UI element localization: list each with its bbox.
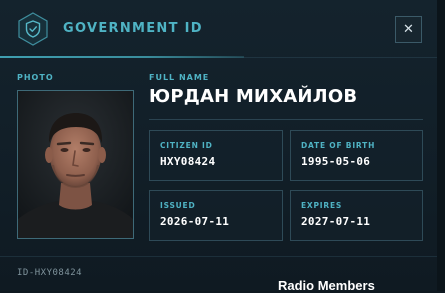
expires-label: EXPIRES — [301, 201, 343, 210]
date-of-birth-field: DATE OF BIRTH 1995-05-06 — [290, 130, 423, 181]
name-divider — [149, 119, 423, 120]
close-icon: ✕ — [403, 22, 414, 37]
card-title: GOVERNMENT ID — [63, 21, 203, 36]
issued-field: ISSUED 2026-07-11 — [149, 190, 283, 241]
card-header: GOVERNMENT ID ✕ — [0, 0, 445, 58]
portrait-photo — [17, 90, 134, 239]
photo-label: PHOTO — [17, 73, 54, 82]
expires-value: 2027-07-11 — [301, 215, 371, 228]
card-right-edge — [437, 0, 445, 291]
footer-divider — [0, 256, 445, 257]
date-of-birth-value: 1995-05-06 — [301, 155, 371, 168]
full-name-label: FULL NAME — [149, 73, 210, 82]
header-accent-bar — [0, 56, 244, 58]
shield-check-icon — [16, 12, 50, 46]
date-of-birth-label: DATE OF BIRTH — [301, 141, 376, 150]
expires-field: EXPIRES 2027-07-11 — [290, 190, 423, 241]
full-name-value: ЮРДАН МИХАЙЛОВ — [149, 86, 358, 107]
citizen-id-value: HXY08424 — [160, 155, 216, 168]
citizen-id-label: CITIZEN ID — [160, 141, 213, 150]
footer-id-text: ID-HXY08424 — [17, 268, 83, 278]
citizen-id-field: CITIZEN ID HXY08424 — [149, 130, 283, 181]
government-id-card: GOVERNMENT ID ✕ PHOTO FULL NAME ЮРДАН МИ… — [0, 0, 445, 293]
issued-value: 2026-07-11 — [160, 215, 230, 228]
close-button[interactable]: ✕ — [395, 16, 422, 43]
issued-label: ISSUED — [160, 201, 196, 210]
